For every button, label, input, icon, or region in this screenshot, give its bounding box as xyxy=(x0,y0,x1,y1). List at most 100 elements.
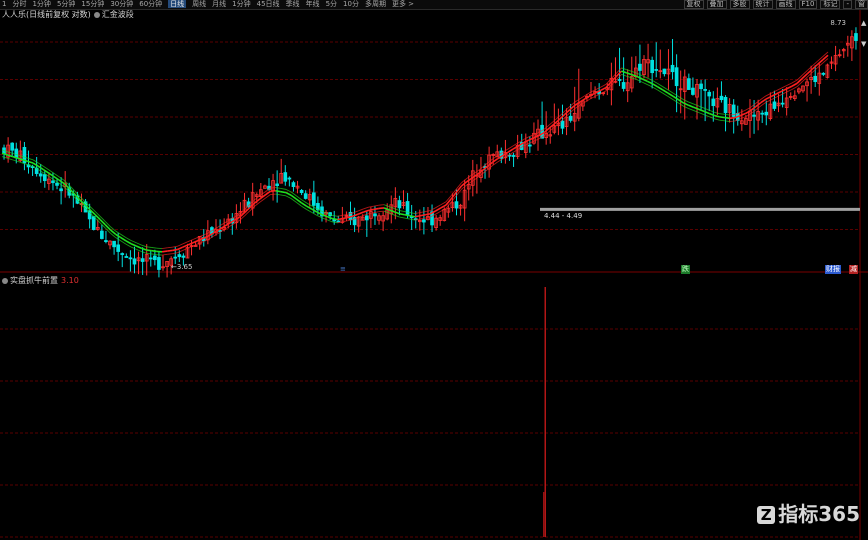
candle-body xyxy=(719,95,724,101)
ma-segment xyxy=(306,205,313,210)
ma-segment xyxy=(368,205,374,208)
candle-body xyxy=(699,83,703,90)
sub-indicator-dot-icon[interactable] xyxy=(2,278,8,284)
ma-segment xyxy=(167,246,173,249)
ma-segment xyxy=(600,83,607,88)
candle-body xyxy=(42,174,47,182)
ma-segment xyxy=(662,86,669,91)
candle-body xyxy=(177,254,182,258)
ma-segment xyxy=(420,217,426,220)
candle-body xyxy=(617,79,622,81)
candle-body xyxy=(691,87,695,95)
scroll-down-icon[interactable]: ▼ xyxy=(861,40,867,48)
ma-segment xyxy=(786,89,793,93)
candle-body xyxy=(707,91,712,97)
candle-body xyxy=(760,112,765,115)
ma-segment xyxy=(53,175,60,181)
ma-segment xyxy=(363,206,369,210)
candle-body xyxy=(181,255,186,258)
ma-segment xyxy=(290,194,297,200)
ma-segment xyxy=(652,86,658,91)
candle-body xyxy=(780,102,785,105)
sub-indicator-name[interactable]: 实盘抓牛前置 xyxy=(10,276,58,285)
ma-segment xyxy=(120,240,127,245)
ma-segment xyxy=(420,213,426,217)
ma-segment xyxy=(621,70,627,74)
candle-body xyxy=(528,144,532,147)
brand-watermark: Z 指标365 xyxy=(757,498,860,527)
ma-segment xyxy=(368,208,374,212)
ma-segment xyxy=(507,148,514,153)
ma-segment xyxy=(729,120,736,122)
ma-segment xyxy=(285,195,292,199)
ma-segment xyxy=(672,95,679,101)
candle-body xyxy=(687,78,691,90)
signal-tag-event[interactable]: ≡ xyxy=(339,265,347,274)
ma-segment xyxy=(151,253,157,256)
ma-segment xyxy=(285,191,292,196)
ma-segment xyxy=(652,83,659,88)
ma-segment xyxy=(130,240,137,244)
ma-segment xyxy=(760,98,767,104)
ma-segment xyxy=(280,190,287,194)
ma-segment xyxy=(652,80,658,84)
candle-body xyxy=(116,244,120,252)
ma-segment xyxy=(275,193,281,196)
ma-segment xyxy=(693,103,700,107)
candle-body xyxy=(173,256,178,259)
ma-segment xyxy=(167,249,173,252)
kline-chart[interactable] xyxy=(0,0,868,540)
candle-body xyxy=(821,72,826,75)
candle-body xyxy=(813,75,818,82)
ma-segment xyxy=(414,214,421,218)
sub-indicator-legend: 实盘抓牛前置 3.10 xyxy=(2,276,79,285)
ma-segment xyxy=(740,109,746,113)
candle-body xyxy=(772,101,777,109)
scroll-up-icon[interactable]: ▲ xyxy=(861,19,867,27)
ma-segment xyxy=(667,89,674,94)
ma-segment xyxy=(300,202,308,207)
ma-segment xyxy=(42,168,49,174)
ma-segment xyxy=(141,244,147,248)
ma-segment xyxy=(337,217,343,221)
ma-segment xyxy=(373,204,379,207)
low-price-label: ←3.65 xyxy=(171,263,193,271)
signal-tag-report[interactable]: 财报 xyxy=(825,265,841,274)
overlay-dot-icon[interactable] xyxy=(93,12,100,18)
ma-segment xyxy=(192,239,199,244)
candle-body xyxy=(91,216,96,230)
ma-segment xyxy=(595,86,602,91)
ma-segment xyxy=(435,204,442,209)
ma-segment xyxy=(352,210,359,214)
ma-segment xyxy=(125,237,132,241)
ma-segment xyxy=(306,202,312,207)
candle-body xyxy=(621,82,626,89)
ma-segment xyxy=(167,253,173,255)
signal-tag-reduce[interactable]: 减 xyxy=(849,265,858,274)
signal-tag-drop[interactable]: 跌 xyxy=(681,265,690,274)
ma-segment xyxy=(332,214,338,217)
ma-segment xyxy=(693,106,700,111)
ma-segment xyxy=(161,253,168,256)
range-price-label: 4.44 - 4.49 xyxy=(544,212,583,220)
ma-segment xyxy=(192,236,199,240)
candle-body xyxy=(560,120,565,129)
candle-body xyxy=(148,257,153,260)
candle-body xyxy=(511,155,516,157)
ma-segment xyxy=(404,213,410,217)
candle-body xyxy=(132,258,137,265)
ma-segment xyxy=(698,108,705,113)
ma-segment xyxy=(683,105,689,109)
overlay-indicator-name[interactable]: 汇金波段 xyxy=(102,10,134,19)
candle-body xyxy=(120,253,125,255)
ma-segment xyxy=(275,189,281,193)
ma-segment xyxy=(151,247,157,249)
candle-body xyxy=(674,67,679,87)
candle-body xyxy=(124,256,129,258)
ma-segment xyxy=(363,213,369,216)
sub-indicator-value: 3.10 xyxy=(61,276,79,285)
ma-segment xyxy=(781,85,787,89)
ma-segment xyxy=(228,223,235,228)
ma-segment xyxy=(342,216,349,220)
candle-body xyxy=(364,215,369,221)
